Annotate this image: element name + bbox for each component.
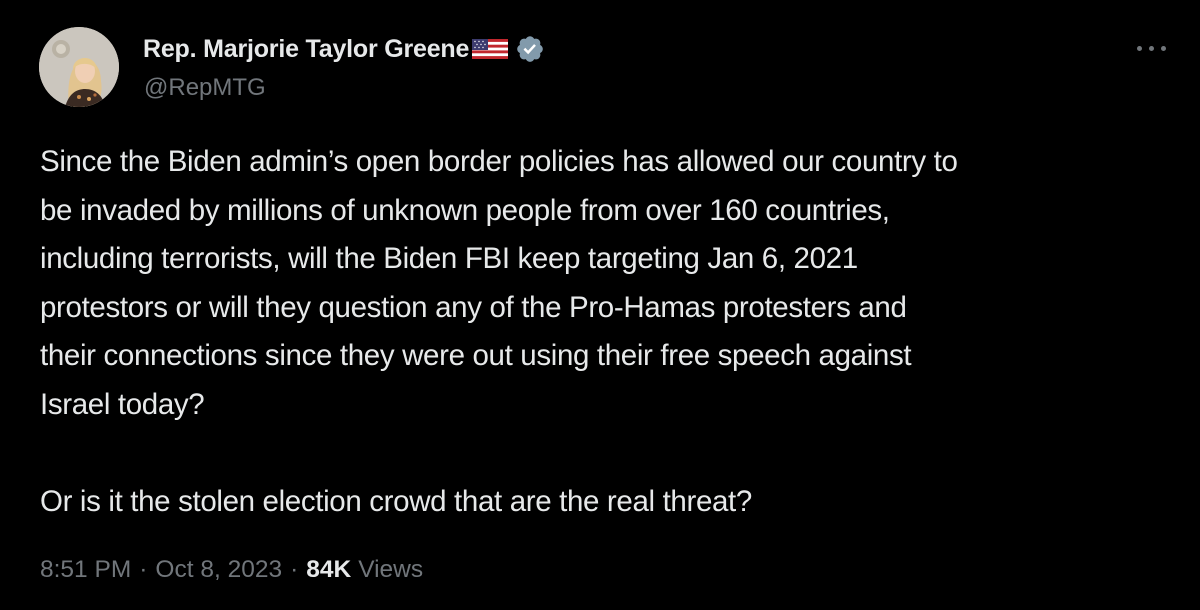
author-display-name[interactable]: Rep. Marjorie Taylor Greene: [143, 35, 469, 64]
meta-separator: ·: [139, 556, 148, 583]
verified-badge-icon[interactable]: [515, 34, 545, 64]
avatar[interactable]: [39, 27, 119, 107]
tweet-text-line: Or is it the stolen election crowd that …: [40, 484, 752, 518]
meta-separator: ·: [290, 556, 299, 583]
tweet-text-line: Israel today?: [40, 387, 205, 421]
tweet-card: Rep. Marjorie Taylor Greene @RepMTG Sinc…: [0, 0, 1200, 610]
views-count: 84K: [306, 556, 352, 583]
tweet-text: Since the Biden admin’s open border poli…: [40, 138, 1180, 526]
tweet-text-line: be invaded by millions of unknown people…: [40, 193, 890, 227]
views-label: Views: [358, 556, 424, 583]
more-options-icon[interactable]: [1136, 38, 1168, 58]
tweet-text-line: their connections since they were out us…: [40, 339, 912, 372]
tweet-text-line: including terrorists, will the Biden FBI…: [40, 242, 858, 275]
author-name-row: Rep. Marjorie Taylor Greene: [143, 32, 545, 66]
tweet-text-line: Since the Biden admin’s open border poli…: [40, 145, 958, 178]
tweet-time[interactable]: 8:51 PM: [40, 556, 131, 584]
tweet-text-blank-line: [40, 429, 1180, 478]
tweet-meta: 8:51 PM · Oct 8, 2023 · 84K Views: [40, 556, 423, 584]
avatar-image: [39, 27, 119, 107]
author-handle[interactable]: @RepMTG: [144, 74, 266, 102]
tweet-text-line: protestors or will they question any of …: [40, 290, 907, 324]
tweet-date[interactable]: Oct 8, 2023: [155, 556, 282, 584]
us-flag-icon: [471, 36, 509, 62]
